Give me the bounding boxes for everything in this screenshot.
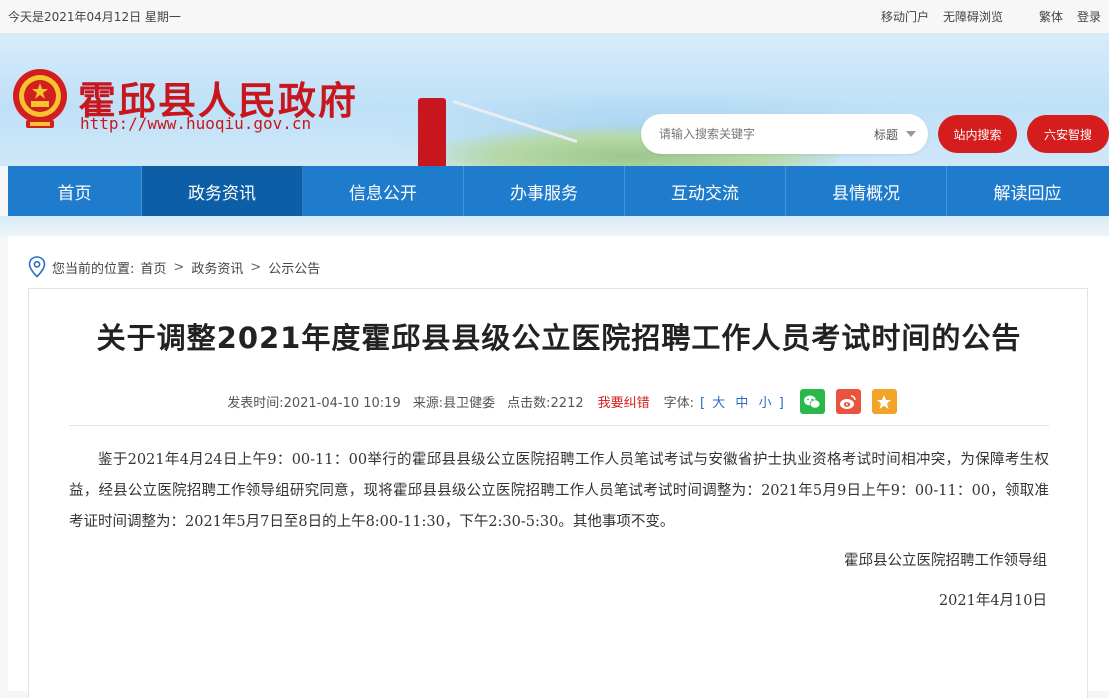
font-size-small[interactable]: 小 — [759, 396, 772, 411]
article-meta: 发表时间:2021-04-10 10:19 来源:县卫健委 点击数:2212 我… — [29, 389, 1089, 414]
clicks-value: 2212 — [550, 396, 584, 411]
top-links: 移动门户 无障碍浏览 繁体 登录 — [881, 8, 1101, 25]
report-error-link[interactable]: 我要纠错 — [598, 392, 650, 411]
search-scope-select[interactable]: 标题 — [874, 126, 898, 143]
chevron-down-icon[interactable] — [906, 131, 916, 137]
clicks-prefix: 点击数: — [507, 396, 551, 411]
nav-info-disclosure[interactable]: 信息公开 — [303, 166, 464, 216]
search-input[interactable] — [659, 127, 874, 141]
article-signature: 霍邱县公立医院招聘工作领导组 — [844, 553, 1047, 569]
accessibility-link[interactable]: 无障碍浏览 — [943, 8, 1003, 25]
article-body: 鉴于2021年4月24日上午9：00-11：00举行的霍邱县县级公立医院招聘工作… — [69, 452, 1049, 530]
breadcrumb-separator: > — [250, 259, 262, 275]
breadcrumb-prefix: 您当前的位置: — [52, 261, 135, 277]
nav-interpretation[interactable]: 解读回应 — [947, 166, 1108, 216]
nav-county-overview[interactable]: 县情概况 — [786, 166, 947, 216]
star-favorite-icon[interactable] — [871, 389, 897, 414]
article-card: 关于调整2021年度霍邱县县级公立医院招聘工作人员考试时间的公告 发表时间:20… — [28, 288, 1088, 698]
nav-shadow-strip — [0, 216, 1109, 236]
breadcrumb: 您当前的位置: 首页 > 政务资讯 > 公示公告 — [28, 256, 322, 278]
content-wrapper: 您当前的位置: 首页 > 政务资讯 > 公示公告 关于调整2021年度霍邱县县级… — [8, 236, 1109, 698]
ai-search-button[interactable]: 六安智搜 — [1027, 115, 1109, 153]
article-title: 关于调整2021年度霍邱县县级公立医院招聘工作人员考试时间的公告 — [96, 321, 1022, 355]
meta-divider — [69, 425, 1049, 426]
national-emblem-icon — [13, 69, 67, 128]
source-prefix: 来源: — [412, 396, 444, 411]
breadcrumb-home[interactable]: 首页 — [140, 258, 166, 277]
clicks-label: 点击数:2212 — [507, 392, 583, 411]
search-box: 标题 — [641, 114, 928, 154]
site-search-button[interactable]: 站内搜索 — [938, 115, 1017, 153]
top-utility-bar: 今天是2021年04月12日 星期一 移动门户 无障碍浏览 繁体 登录 — [0, 0, 1109, 34]
traditional-chinese-link[interactable]: 繁体 — [1039, 8, 1063, 25]
site-url: http://www.huoqiu.gov.cn — [80, 114, 312, 133]
source-value: 县卫健委 — [443, 396, 496, 411]
breadcrumb-announcements[interactable]: 公示公告 — [268, 258, 320, 277]
article-date: 2021年4月10日 — [938, 593, 1047, 609]
today-date: 今天是2021年04月12日 星期一 — [8, 10, 181, 24]
font-size-controls: [ 大 中 小 ] — [700, 392, 784, 411]
share-buttons — [799, 389, 897, 414]
font-bracket-close: ] — [778, 396, 784, 411]
weibo-share-icon[interactable] — [835, 389, 861, 414]
breadcrumb-government-news[interactable]: 政务资讯 — [191, 258, 243, 277]
mobile-portal-link[interactable]: 移动门户 — [881, 8, 929, 25]
font-size-large[interactable]: 大 — [712, 396, 725, 411]
login-link[interactable]: 登录 — [1077, 8, 1101, 25]
nav-services[interactable]: 办事服务 — [464, 166, 625, 216]
breadcrumb-separator: > — [173, 259, 185, 275]
location-pin-icon — [28, 256, 46, 278]
font-size-medium[interactable]: 中 — [735, 396, 748, 411]
nav-government-news[interactable]: 政务资讯 — [142, 166, 303, 216]
nav-home[interactable]: 首页 — [8, 166, 142, 216]
publish-label: 发表时间: — [227, 396, 284, 411]
font-size-label: 字体: — [663, 396, 695, 411]
publish-time: 2021-04-10 10:19 — [283, 396, 401, 411]
font-bracket-open: [ — [700, 396, 706, 411]
wechat-share-icon[interactable] — [799, 389, 825, 414]
main-nav: 首页 政务资讯 信息公开 办事服务 互动交流 县情概况 解读回应 — [8, 166, 1109, 216]
nav-interaction[interactable]: 互动交流 — [625, 166, 786, 216]
publish-time-label: 发表时间:2021-04-10 10:19 — [227, 392, 401, 411]
source-label: 来源:县卫健委 — [413, 392, 495, 411]
site-header: 霍邱县人民政府 http://www.huoqiu.gov.cn 标题 站内搜索… — [0, 34, 1109, 166]
seal-logo — [418, 98, 446, 166]
